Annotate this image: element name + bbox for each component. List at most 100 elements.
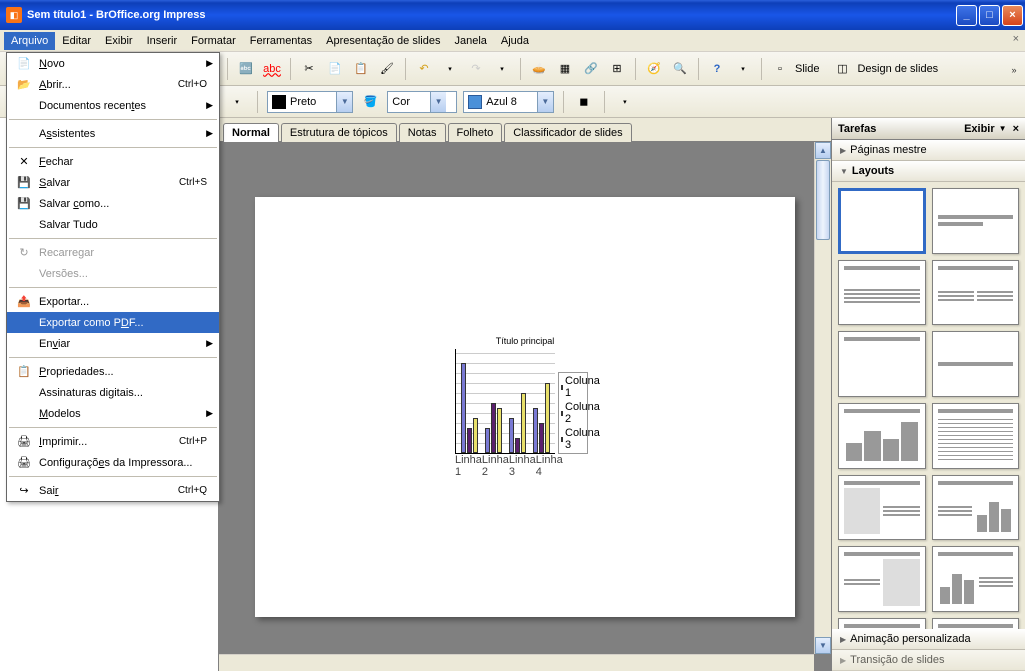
- submenu-arrow-icon: ▶: [206, 128, 213, 139]
- dropdown-icon[interactable]: ▼: [537, 92, 553, 112]
- menu-item-enviar[interactable]: Enviar▶: [7, 333, 219, 354]
- cut-icon[interactable]: ✂: [298, 58, 320, 80]
- tab-notas[interactable]: Notas: [399, 123, 446, 142]
- zoom-icon[interactable]: 🔍: [669, 58, 691, 80]
- design-icon[interactable]: ◫: [831, 58, 853, 80]
- redo-dropdown-icon[interactable]: ▾: [491, 58, 513, 80]
- layout-title[interactable]: [932, 188, 1020, 254]
- undo-icon[interactable]: ↶: [413, 58, 435, 80]
- table-icon[interactable]: ▦: [554, 58, 576, 80]
- section-animacao[interactable]: ▶Animação personalizada: [832, 629, 1025, 650]
- help-icon[interactable]: ?: [706, 58, 728, 80]
- line-color-combo[interactable]: Preto ▼: [267, 91, 353, 113]
- layout-title-object-text[interactable]: [932, 618, 1020, 629]
- layout-blank[interactable]: [838, 188, 926, 254]
- menu-item-salvar-tudo[interactable]: Salvar Tudo: [7, 214, 219, 235]
- shortcut-label: Ctrl+Q: [178, 485, 213, 496]
- menu-ajuda[interactable]: Ajuda: [494, 32, 536, 50]
- fill-bucket-icon[interactable]: 🪣: [359, 91, 381, 113]
- menu-apresentacao[interactable]: Apresentação de slides: [319, 32, 447, 50]
- menu-item-recentes[interactable]: Documentos recentes▶: [7, 95, 219, 116]
- layout-title-content[interactable]: [838, 260, 926, 326]
- horizontal-scrollbar[interactable]: [219, 654, 814, 671]
- layout-title-only[interactable]: [838, 331, 926, 397]
- format-paintbrush-icon[interactable]: 🖌: [376, 58, 398, 80]
- menu-item-exportar-pdf[interactable]: Exportar como PDF...: [7, 312, 219, 333]
- layout-two-content[interactable]: [932, 260, 1020, 326]
- auto-spellcheck-icon[interactable]: abc: [261, 58, 283, 80]
- section-paginas-mestre[interactable]: ▶Páginas mestre: [832, 140, 1025, 161]
- tasks-exibir-link[interactable]: Exibir: [964, 123, 995, 135]
- separator: [290, 58, 291, 80]
- slide-icon[interactable]: ▫: [769, 58, 791, 80]
- section-layouts[interactable]: ▼Layouts: [832, 161, 1025, 182]
- embedded-chart[interactable]: Título principal Linha 1Linha 2Linha 3Li…: [455, 336, 595, 478]
- layout-title-chart[interactable]: [838, 403, 926, 469]
- shadow-icon[interactable]: ◼: [573, 91, 595, 113]
- submenu-arrow-icon: ▶: [206, 100, 213, 111]
- spellcheck-icon[interactable]: 🔤: [235, 58, 257, 80]
- menu-formatar[interactable]: Formatar: [184, 32, 243, 50]
- help-dropdown-icon[interactable]: ▾: [732, 58, 754, 80]
- menu-inserir[interactable]: Inserir: [140, 32, 185, 50]
- layout-title-text-chart[interactable]: [932, 475, 1020, 541]
- menu-item-novo[interactable]: 📄Novo▶: [7, 53, 219, 74]
- menu-janela[interactable]: Janela: [447, 32, 493, 50]
- chart-icon[interactable]: 🥧: [528, 58, 550, 80]
- menu-item-salvar-como[interactable]: 💾Salvar como...: [7, 193, 219, 214]
- dropdown-icon[interactable]: ▼: [336, 92, 352, 112]
- menu-item-salvar[interactable]: 💾SalvarCtrl+S: [7, 172, 219, 193]
- undo-dropdown-icon[interactable]: ▾: [439, 58, 461, 80]
- menu-item-sair[interactable]: ↪SairCtrl+Q: [7, 480, 219, 501]
- vertical-scrollbar[interactable]: ▲ ▼: [814, 142, 831, 654]
- fill-color-combo[interactable]: Azul 8 ▼: [463, 91, 554, 113]
- design-label[interactable]: Design de slides: [857, 63, 938, 75]
- menu-arquivo[interactable]: Arquivo: [4, 32, 55, 50]
- copy-icon[interactable]: 📄: [324, 58, 346, 80]
- dropdown-icon[interactable]: ▼: [430, 92, 446, 112]
- tab-normal[interactable]: Normal: [223, 123, 279, 142]
- menu-close-x-icon[interactable]: ×: [1013, 33, 1019, 45]
- toolbar-dropdown-icon[interactable]: ▾: [614, 91, 636, 113]
- slide-label[interactable]: Slide: [795, 63, 827, 75]
- close-panel-icon[interactable]: ×: [1013, 123, 1019, 135]
- layout-title-clipart-text[interactable]: [838, 475, 926, 541]
- tab-folheto[interactable]: Folheto: [448, 123, 503, 142]
- menu-editar[interactable]: Editar: [55, 32, 98, 50]
- layout-title-text-clipart[interactable]: [838, 546, 926, 612]
- scroll-up-icon[interactable]: ▲: [815, 142, 831, 159]
- redo-icon[interactable]: ↷: [465, 58, 487, 80]
- menu-item-abrir[interactable]: 📂Abrir...Ctrl+O: [7, 74, 219, 95]
- layout-centered-text[interactable]: [932, 331, 1020, 397]
- layout-title-text-object[interactable]: [838, 618, 926, 629]
- menu-item-config-impressora[interactable]: 🖨Configurações da Impressora...: [7, 452, 219, 473]
- menu-exibir[interactable]: Exibir: [98, 32, 140, 50]
- grid-icon[interactable]: ⊞: [606, 58, 628, 80]
- minimize-button[interactable]: _: [956, 5, 977, 26]
- toolbar-overflow-icon[interactable]: »: [1007, 56, 1021, 84]
- menu-item-fechar[interactable]: ✕Fechar: [7, 151, 219, 172]
- dropdown-icon[interactable]: ▼: [999, 124, 1007, 133]
- menu-ferramentas[interactable]: Ferramentas: [243, 32, 319, 50]
- layout-title-chart-text[interactable]: [932, 546, 1020, 612]
- arrow-style-dropdown-icon[interactable]: ▾: [226, 91, 248, 113]
- close-button[interactable]: ×: [1002, 5, 1023, 26]
- paste-icon[interactable]: 📋: [350, 58, 372, 80]
- section-transicao[interactable]: ▶Transição de slides: [832, 650, 1025, 671]
- menu-item-assistentes[interactable]: Assistentes▶: [7, 123, 219, 144]
- fill-type-combo[interactable]: Cor ▼: [387, 91, 457, 113]
- scroll-thumb[interactable]: [816, 160, 830, 240]
- menu-item-imprimir[interactable]: 🖨Imprimir...Ctrl+P: [7, 431, 219, 452]
- scroll-down-icon[interactable]: ▼: [815, 637, 831, 654]
- slide-canvas[interactable]: Título principal Linha 1Linha 2Linha 3Li…: [255, 197, 795, 617]
- tab-classificador[interactable]: Classificador de slides: [504, 123, 631, 142]
- hyperlink-icon[interactable]: 🔗: [580, 58, 602, 80]
- tab-estrutura[interactable]: Estrutura de tópicos: [281, 123, 397, 142]
- menu-item-exportar[interactable]: 📤Exportar...: [7, 291, 219, 312]
- navigator-icon[interactable]: 🧭: [643, 58, 665, 80]
- menu-item-modelos[interactable]: Modelos▶: [7, 403, 219, 424]
- menu-item-propriedades[interactable]: 📋Propriedades...: [7, 361, 219, 382]
- maximize-button[interactable]: □: [979, 5, 1000, 26]
- layout-title-table[interactable]: [932, 403, 1020, 469]
- menu-item-assinaturas[interactable]: Assinaturas digitais...: [7, 382, 219, 403]
